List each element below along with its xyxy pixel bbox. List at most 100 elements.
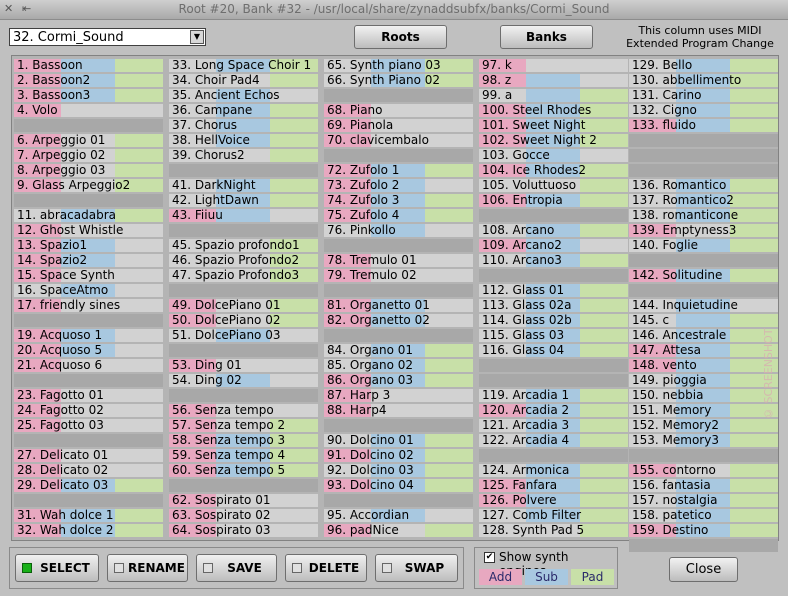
- empty-slot[interactable]: [479, 449, 628, 462]
- instrument-slot[interactable]: 147. Attesa: [629, 344, 778, 357]
- bank-dropdown[interactable]: 32. Cormi_Sound ▼: [9, 28, 206, 46]
- instrument-slot[interactable]: 33. Long Space Choir 1: [169, 59, 318, 72]
- instrument-slot[interactable]: 27. Delicato 01: [14, 449, 163, 462]
- instrument-slot[interactable]: 75. Zufolo 4: [324, 209, 473, 222]
- instrument-slot[interactable]: 39. Chorus2: [169, 149, 318, 162]
- empty-slot[interactable]: [169, 284, 318, 297]
- instrument-slot[interactable]: 25. Fagotto 03: [14, 419, 163, 432]
- instrument-slot[interactable]: 82. Organetto 02: [324, 314, 473, 327]
- instrument-slot[interactable]: 88. Harp4: [324, 404, 473, 417]
- select-mode-button[interactable]: SELECT: [15, 554, 99, 582]
- empty-slot[interactable]: [169, 164, 318, 177]
- instrument-slot[interactable]: 32. Wah dolce 2: [14, 524, 163, 537]
- empty-slot[interactable]: [169, 479, 318, 492]
- instrument-slot[interactable]: 149. pioggia: [629, 374, 778, 387]
- instrument-slot[interactable]: 24. Fagotto 02: [14, 404, 163, 417]
- show-engines-checkbox[interactable]: ✔: [484, 552, 495, 563]
- instrument-slot[interactable]: 114. Glass 02b: [479, 314, 628, 327]
- instrument-slot[interactable]: 122. Arcadia 4: [479, 434, 628, 447]
- instrument-slot[interactable]: 87. Harp 3: [324, 389, 473, 402]
- instrument-slot[interactable]: 125. Fanfara: [479, 479, 628, 492]
- instrument-slot[interactable]: 64. Sospirato 03: [169, 524, 318, 537]
- instrument-slot[interactable]: 112. Glass 01: [479, 284, 628, 297]
- empty-slot[interactable]: [324, 284, 473, 297]
- instrument-slot[interactable]: 109. Arcano2: [479, 239, 628, 252]
- instrument-slot[interactable]: 120. Arcadia 2: [479, 404, 628, 417]
- empty-slot[interactable]: [169, 389, 318, 402]
- instrument-slot[interactable]: 37. Chorus: [169, 119, 318, 132]
- instrument-slot[interactable]: 105. Voluttuoso: [479, 179, 628, 192]
- instrument-slot[interactable]: 13. Spazio1: [14, 239, 163, 252]
- instrument-slot[interactable]: 58. Senza tempo 3: [169, 434, 318, 447]
- save-mode-button[interactable]: SAVE: [196, 554, 277, 582]
- instrument-slot[interactable]: 73. Zufolo 2: [324, 179, 473, 192]
- instrument-slot[interactable]: 158. patetico: [629, 509, 778, 522]
- instrument-slot[interactable]: 148. vento: [629, 359, 778, 372]
- instrument-slot[interactable]: 115. Glass 03: [479, 329, 628, 342]
- instrument-slot[interactable]: 132. Cigno: [629, 104, 778, 117]
- empty-slot[interactable]: [169, 224, 318, 237]
- instrument-slot[interactable]: 119. Arcadia 1: [479, 389, 628, 402]
- instrument-slot[interactable]: 100. Steel Rhodes: [479, 104, 628, 117]
- instrument-slot[interactable]: 91. Dolcino 02: [324, 449, 473, 462]
- instrument-slot[interactable]: 155. contorno: [629, 464, 778, 477]
- instrument-slot[interactable]: 157. nostalgia: [629, 494, 778, 507]
- instrument-slot[interactable]: 46. Spazio Profondo2: [169, 254, 318, 267]
- instrument-slot[interactable]: 121. Arcadia 3: [479, 419, 628, 432]
- instrument-slot[interactable]: 95. Accordian: [324, 509, 473, 522]
- delete-mode-button[interactable]: DELETE: [285, 554, 367, 582]
- instrument-slot[interactable]: 113. Glass 02a: [479, 299, 628, 312]
- instrument-slot[interactable]: 130. abbellimento: [629, 74, 778, 87]
- instrument-slot[interactable]: 131. Carino: [629, 89, 778, 102]
- close-button[interactable]: Close: [669, 557, 738, 582]
- instrument-slot[interactable]: 19. Acquoso 1: [14, 329, 163, 342]
- empty-slot[interactable]: [629, 284, 778, 297]
- instrument-slot[interactable]: 45. Spazio profondo1: [169, 239, 318, 252]
- instrument-slot[interactable]: 47. Spazio Profondo3: [169, 269, 318, 282]
- instrument-slot[interactable]: 31. Wah dolce 1: [14, 509, 163, 522]
- instrument-slot[interactable]: 50. DolcePiano 02: [169, 314, 318, 327]
- instrument-slot[interactable]: 72. Zufolo 1: [324, 164, 473, 177]
- empty-slot[interactable]: [324, 149, 473, 162]
- instrument-slot[interactable]: 63. Sospirato 02: [169, 509, 318, 522]
- instrument-slot[interactable]: 41. DarkNight: [169, 179, 318, 192]
- instrument-slot[interactable]: 57. Senza tempo 2: [169, 419, 318, 432]
- instrument-slot[interactable]: 138. romanticone: [629, 209, 778, 222]
- instrument-slot[interactable]: 68. Piano: [324, 104, 473, 117]
- chevron-down-icon[interactable]: ▼: [190, 30, 204, 44]
- instrument-slot[interactable]: 153. Memory3: [629, 434, 778, 447]
- instrument-slot[interactable]: 142. Solitudine: [629, 269, 778, 282]
- empty-slot[interactable]: [14, 434, 163, 447]
- instrument-slot[interactable]: 21. Acquoso 6: [14, 359, 163, 372]
- empty-slot[interactable]: [629, 134, 778, 147]
- banks-button[interactable]: Banks: [500, 25, 593, 49]
- instrument-slot[interactable]: 20. Acquoso 5: [14, 344, 163, 357]
- instrument-slot[interactable]: 84. Organo 01: [324, 344, 473, 357]
- instrument-slot[interactable]: 93. Dolcino 04: [324, 479, 473, 492]
- instrument-slot[interactable]: 104. Ice Rhodes2: [479, 164, 628, 177]
- empty-slot[interactable]: [14, 119, 163, 132]
- empty-slot[interactable]: [629, 254, 778, 267]
- empty-slot[interactable]: [324, 239, 473, 252]
- instrument-slot[interactable]: 9. Glass Arpeggio2: [14, 179, 163, 192]
- instrument-slot[interactable]: 137. Romantico2: [629, 194, 778, 207]
- roots-button[interactable]: Roots: [354, 25, 447, 49]
- instrument-slot[interactable]: 159. Destino: [629, 524, 778, 537]
- instrument-slot[interactable]: 78. Tremulo 01: [324, 254, 473, 267]
- instrument-slot[interactable]: 66. Synth Piano 02: [324, 74, 473, 87]
- instrument-slot[interactable]: 7. Arpeggio 02: [14, 149, 163, 162]
- empty-slot[interactable]: [479, 374, 628, 387]
- instrument-slot[interactable]: 140. Foglie: [629, 239, 778, 252]
- instrument-slot[interactable]: 116. Glass 04: [479, 344, 628, 357]
- instrument-slot[interactable]: 60. Senza tempo 5: [169, 464, 318, 477]
- instrument-slot[interactable]: 23. Fagotto 01: [14, 389, 163, 402]
- empty-slot[interactable]: [169, 344, 318, 357]
- instrument-slot[interactable]: 144. Inquietudine: [629, 299, 778, 312]
- instrument-slot[interactable]: 156. fantasia: [629, 479, 778, 492]
- instrument-slot[interactable]: 101. Sweet Night: [479, 119, 628, 132]
- instrument-slot[interactable]: 103. Gocce: [479, 149, 628, 162]
- instrument-slot[interactable]: 124. Armonica: [479, 464, 628, 477]
- instrument-slot[interactable]: 92. Dolcino 03: [324, 464, 473, 477]
- title-bar[interactable]: ✕ ⇤ Root #20, Bank #32 - /usr/local/shar…: [0, 0, 788, 20]
- empty-slot[interactable]: [629, 149, 778, 162]
